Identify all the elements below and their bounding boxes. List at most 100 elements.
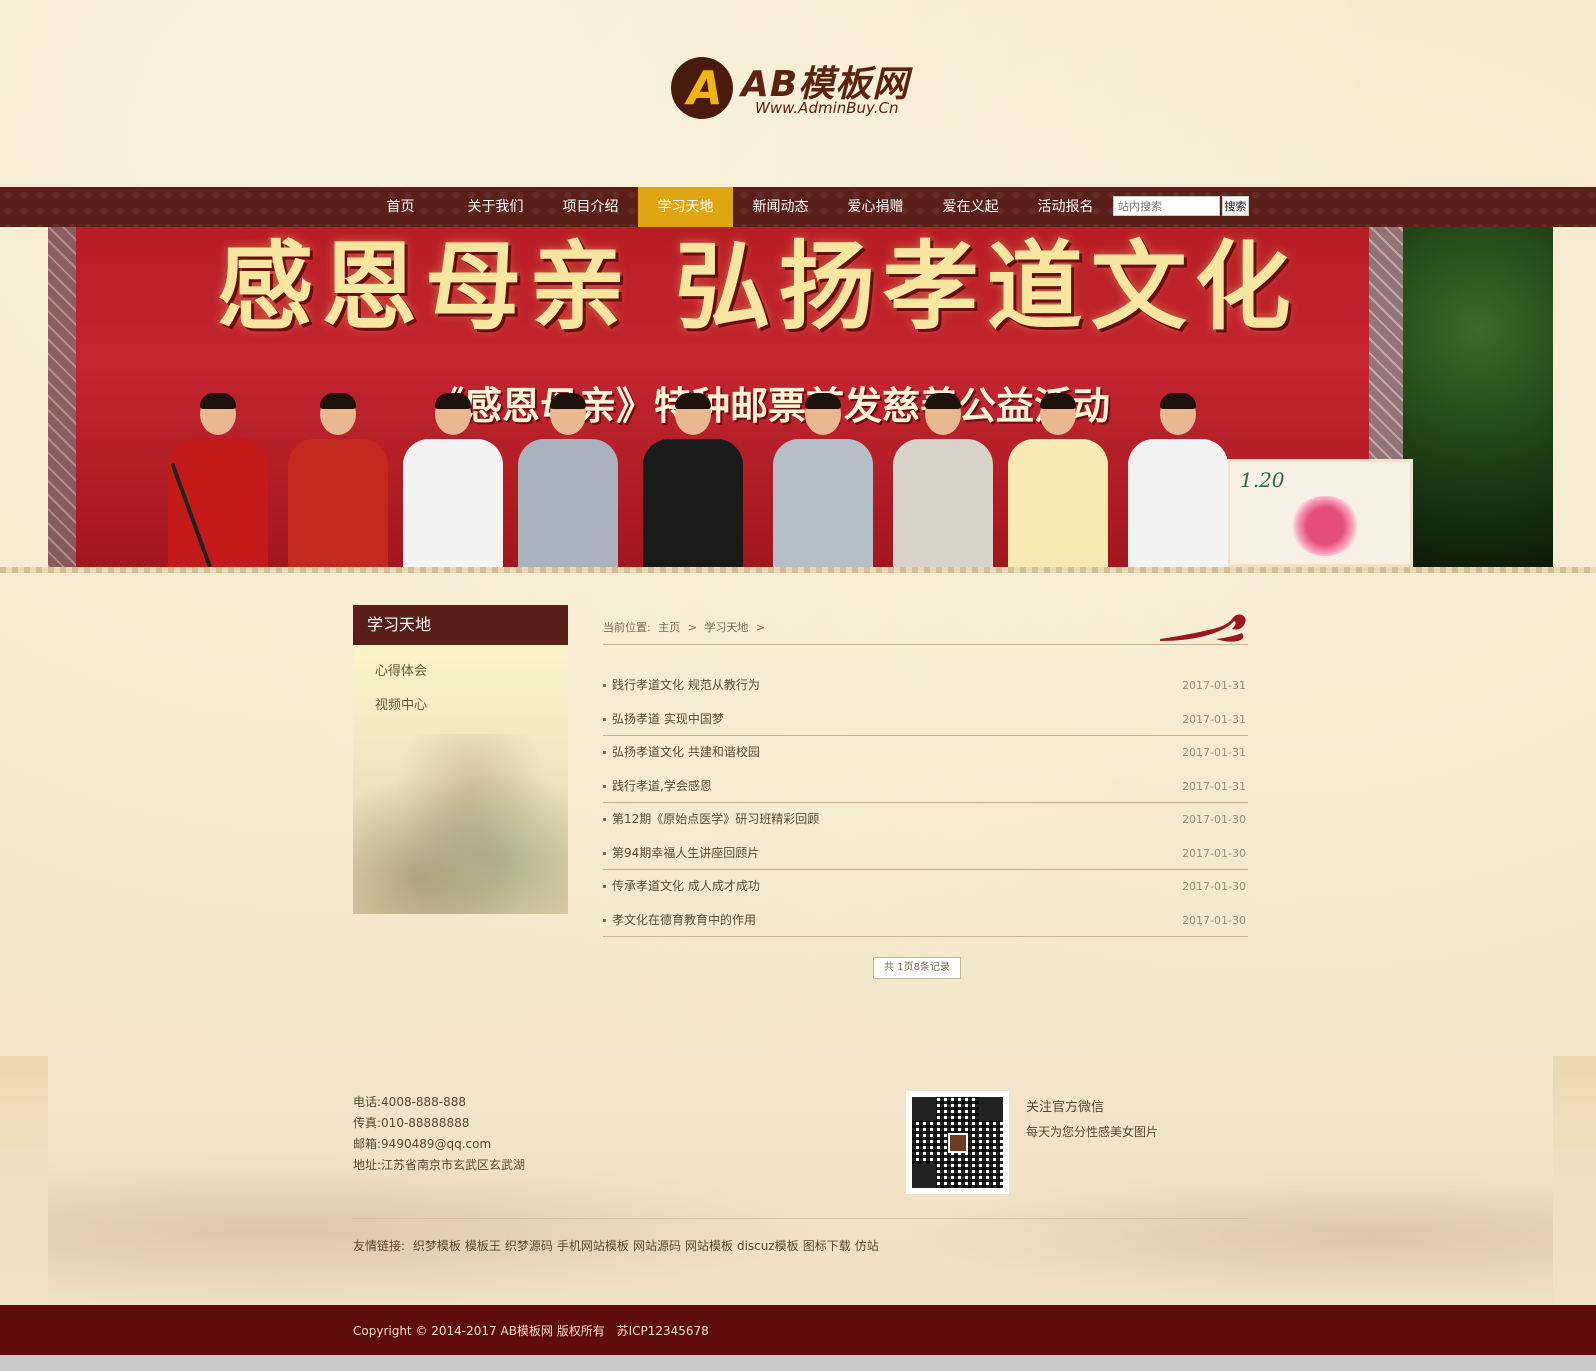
trees-background <box>1403 227 1553 567</box>
friend-link[interactable]: 手机网站模板 <box>557 1239 629 1253</box>
stage-truss <box>1369 227 1403 467</box>
news-item[interactable]: 践行孝道,学会感恩 2017-01-31 <box>603 770 1248 804</box>
copyright-bar: Copyright © 2014-2017 AB模板网 版权所有 苏ICP123… <box>0 1305 1596 1355</box>
news-date: 2017-01-31 <box>1182 712 1246 726</box>
news-item[interactable]: 第12期《原始点医学》研习班精彩回顾 2017-01-30 <box>603 803 1248 837</box>
contact-info: 电话:4008-888-888 传真:010-88888888 邮箱:94904… <box>353 1092 525 1176</box>
qr-code-icon <box>912 1097 1003 1188</box>
nav-item[interactable]: 学习天地 <box>638 187 733 227</box>
breadcrumb-bar: 当前位置: 主页 > 学习天地 > <box>603 605 1248 645</box>
news-date: 2017-01-31 <box>1182 779 1246 793</box>
contact-phone: 电话:4008-888-888 <box>353 1095 467 1109</box>
contact-address: 地址:江苏省南京市玄武区玄武湖 <box>353 1158 526 1172</box>
news-title[interactable]: 弘扬孝道文化 共建和谐校园 <box>612 736 760 770</box>
sidebar: 学习天地 心得体会 视频中心 <box>353 605 568 914</box>
person <box>893 393 993 567</box>
header: A AB模板网 Www.AdminBuy.Cn <box>0 0 1596 187</box>
news-date: 2017-01-30 <box>1182 880 1246 893</box>
friend-link[interactable]: 模板王 <box>465 1239 501 1253</box>
pagination-info: 共 1页8条记录 <box>873 957 961 979</box>
nav-item[interactable]: 爱心捐赠 <box>828 187 923 227</box>
friend-link[interactable]: 织梦模板 <box>413 1239 461 1253</box>
news-date: 2017-01-31 <box>1182 746 1246 759</box>
person <box>773 393 873 567</box>
news-title[interactable]: 孝文化在德育教育中的作用 <box>612 904 756 938</box>
news-item[interactable]: 弘扬孝道文化 共建和谐校园 2017-01-31 <box>603 736 1248 770</box>
person <box>1008 393 1108 567</box>
wechat-qr-code <box>906 1091 1009 1194</box>
cloud-ornament-icon <box>1160 614 1246 642</box>
search-form: 搜索 <box>1113 196 1249 216</box>
group-photo <box>148 392 1298 567</box>
nav-item[interactable]: 首页 <box>353 187 448 227</box>
bullet-icon <box>603 885 606 888</box>
sidebar-item-xinde[interactable]: 心得体会 <box>353 655 568 689</box>
copyright-text: Copyright © 2014-2017 AB模板网 版权所有 <box>353 1324 605 1338</box>
bullet-icon <box>603 784 606 788</box>
bullet-icon <box>603 684 606 687</box>
bullet-icon <box>603 851 606 855</box>
hero-banner[interactable]: 感恩母亲 弘扬孝道文化 《感恩母亲》特种邮票首发慈善公益活动 1.20 <box>48 227 1553 567</box>
site-logo[interactable]: A AB模板网 Www.AdminBuy.Cn <box>671 55 931 121</box>
footer <box>0 1056 1596 1305</box>
news-date: 2017-01-30 <box>1182 813 1246 826</box>
news-title[interactable]: 践行孝道,学会感恩 <box>612 770 712 804</box>
breadcrumb-sep: > <box>755 621 766 634</box>
breadcrumb-home[interactable]: 主页 <box>658 621 680 634</box>
nav-item[interactable]: 项目介绍 <box>543 187 638 227</box>
person <box>403 393 503 567</box>
breadcrumb-current[interactable]: 学习天地 <box>704 621 748 634</box>
news-list: 践行孝道文化 规范从教行为 2017-01-31 弘扬孝道 实现中国梦 2017-01… <box>603 669 1248 937</box>
nav-item[interactable]: 新闻动态 <box>733 187 828 227</box>
breadcrumb-prefix: 当前位置: <box>603 621 651 634</box>
sidebar-body: 心得体会 视频中心 <box>353 645 568 914</box>
banner-border <box>0 567 1596 573</box>
breadcrumb-sep: > <box>687 621 697 634</box>
friend-links: 友情链接: 织梦模板 模板王 织梦源码 手机网站模板 网站源码 网站模板 discuz模板图… <box>353 1237 887 1254</box>
person <box>518 393 618 567</box>
nav-item[interactable]: 活动报名 <box>1018 187 1113 227</box>
sidebar-item-video[interactable]: 视频中心 <box>353 689 568 723</box>
news-date: 2017-01-30 <box>1182 913 1246 927</box>
logo-mark-icon: A <box>671 57 733 119</box>
bullet-icon <box>603 818 606 821</box>
wechat-info: 关注官方微信 每天为您分性感美女图片 <box>1026 1096 1158 1140</box>
news-title[interactable]: 践行孝道文化 规范从教行为 <box>612 669 760 703</box>
search-button[interactable]: 搜索 <box>1222 196 1249 216</box>
friend-link[interactable]: 仿站 <box>855 1239 879 1253</box>
breadcrumb: 当前位置: 主页 > 学习天地 > <box>603 619 769 635</box>
person <box>643 393 743 567</box>
main-content: 当前位置: 主页 > 学习天地 > 践行孝道文化 规范从教行为 2017-01-3… <box>603 605 1248 979</box>
search-input[interactable] <box>1113 196 1220 216</box>
bullet-icon <box>603 751 606 754</box>
news-title[interactable]: 第12期《原始点医学》研习班精彩回顾 <box>612 803 819 837</box>
friend-link[interactable]: 织梦源码 <box>505 1239 553 1253</box>
news-item[interactable]: 践行孝道文化 规范从教行为 2017-01-31 <box>603 669 1248 703</box>
news-title[interactable]: 传承孝道文化 成人成才成功 <box>612 870 760 904</box>
news-item[interactable]: 孝文化在德育教育中的作用 2017-01-30 <box>603 904 1248 938</box>
copyright: Copyright © 2014-2017 AB模板网 版权所有 苏ICP123… <box>353 1322 717 1339</box>
icp-number[interactable]: 苏ICP12345678 <box>617 1324 709 1338</box>
sidebar-painting <box>353 734 568 914</box>
nav-item[interactable]: 爱在义起 <box>923 187 1018 227</box>
friend-link[interactable]: 网站源码 <box>633 1239 681 1253</box>
friend-link[interactable]: 网站模板 <box>685 1239 733 1253</box>
news-date: 2017-01-31 <box>1182 679 1246 692</box>
news-title[interactable]: 弘扬孝道 实现中国梦 <box>612 703 724 737</box>
banner-title: 感恩母亲 弘扬孝道文化 <box>217 230 1299 343</box>
friend-link[interactable]: discuz模板 <box>737 1239 799 1253</box>
news-item[interactable]: 弘扬孝道 实现中国梦 2017-01-31 <box>603 703 1248 737</box>
person <box>1128 393 1228 567</box>
friend-link[interactable]: 图标下载 <box>803 1239 851 1253</box>
contact-fax: 传真:010-88888888 <box>353 1116 470 1130</box>
news-item[interactable]: 传承孝道文化 成人成才成功 2017-01-30 <box>603 870 1248 904</box>
news-title[interactable]: 第94期幸福人生讲座回顾片 <box>612 837 759 871</box>
bullet-icon <box>603 717 606 721</box>
footer-divider <box>353 1218 1248 1219</box>
nav-item[interactable]: 关于我们 <box>448 187 543 227</box>
person <box>288 393 388 567</box>
contact-email: 邮箱:9490489@qq.com <box>353 1137 492 1151</box>
news-item[interactable]: 第94期幸福人生讲座回顾片 2017-01-30 <box>603 837 1248 871</box>
logo-url: Www.AdminBuy.Cn <box>755 99 899 117</box>
sidebar-title: 学习天地 <box>353 605 568 645</box>
